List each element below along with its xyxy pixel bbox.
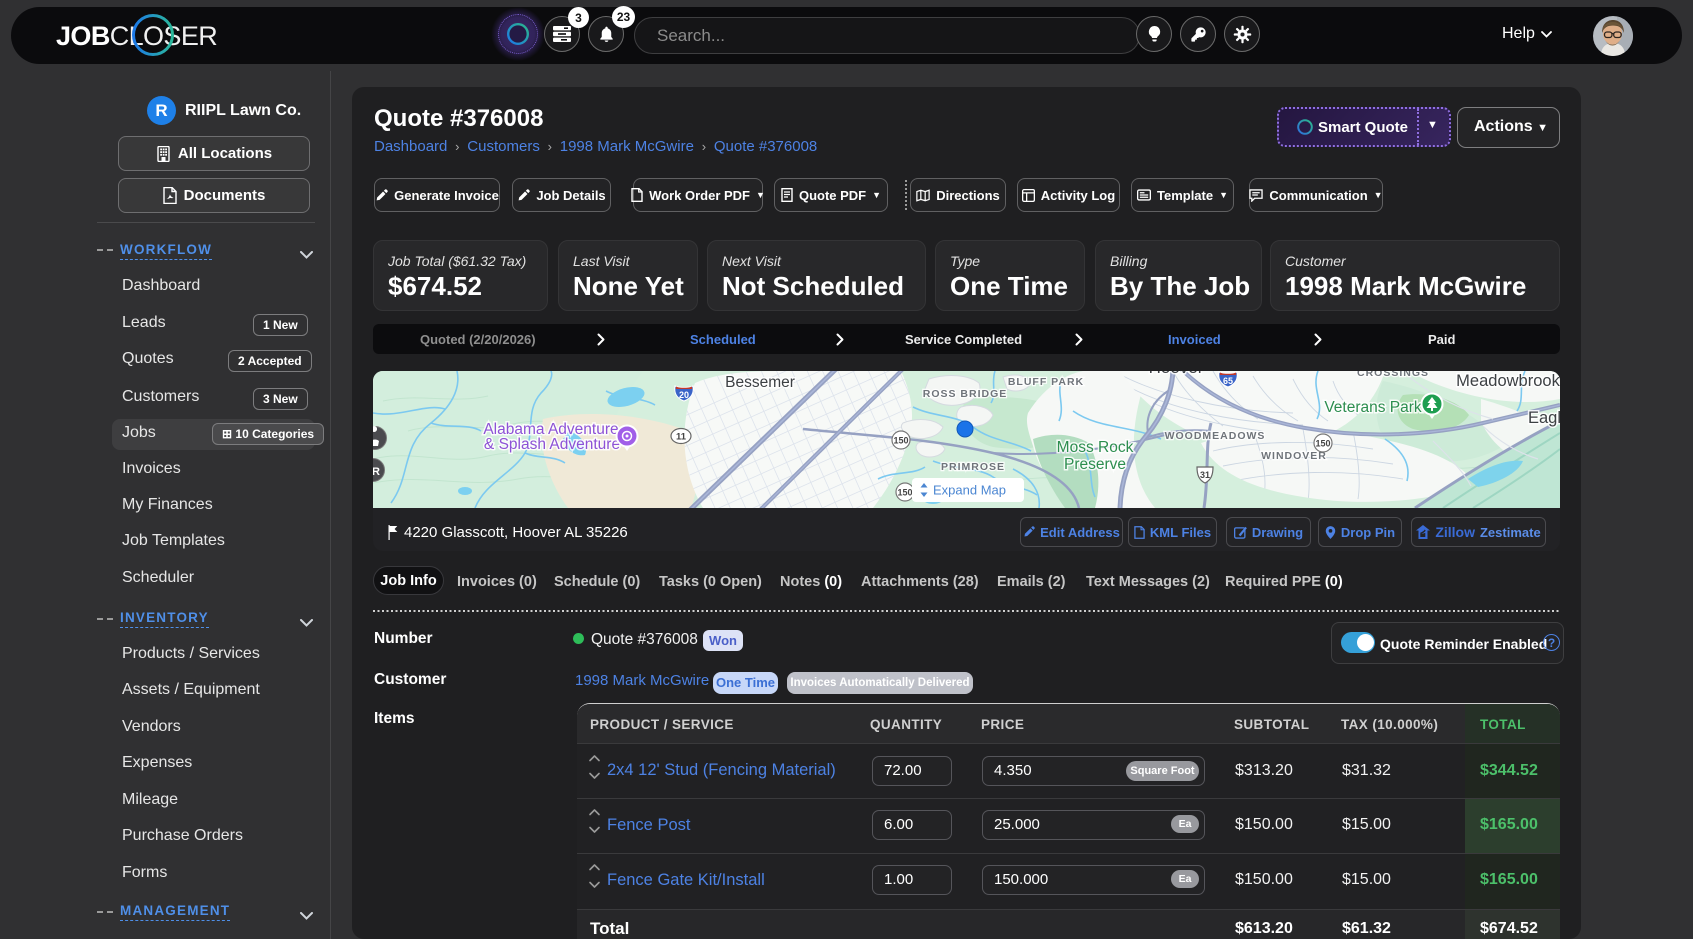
svg-text:ROSS BRIDGE: ROSS BRIDGE (923, 388, 1008, 400)
svg-text:Hoover: Hoover (1149, 371, 1204, 377)
svg-text:31: 31 (1200, 470, 1210, 480)
svg-text:R: R (373, 466, 380, 478)
svg-text:150: 150 (893, 436, 908, 446)
svg-text:Meadowbrook: Meadowbrook (1456, 372, 1560, 390)
svg-text:11: 11 (676, 432, 687, 443)
svg-text:WOODMEADOWS: WOODMEADOWS (1165, 430, 1266, 442)
svg-text:Preserve: Preserve (1064, 456, 1126, 473)
svg-text:WINDOVER: WINDOVER (1261, 450, 1327, 462)
svg-text:150: 150 (1315, 439, 1330, 449)
svg-text:65: 65 (1223, 376, 1233, 386)
svg-text:20: 20 (679, 390, 689, 400)
svg-text:150: 150 (897, 488, 912, 498)
svg-text:PRIMROSE: PRIMROSE (941, 461, 1005, 473)
svg-text:Eagle: Eagle (1528, 409, 1560, 427)
svg-text:Veterans Park: Veterans Park (1324, 399, 1422, 416)
svg-text:BLUFF PARK: BLUFF PARK (1008, 376, 1084, 388)
svg-text:& Splash Adventure: & Splash Adventure (484, 436, 620, 453)
svg-text:Bessemer: Bessemer (725, 374, 795, 391)
svg-text:Expand Map: Expand Map (933, 483, 1006, 498)
svg-text:CROSSINGS: CROSSINGS (1357, 371, 1429, 379)
svg-text:Moss Rock: Moss Rock (1057, 439, 1134, 456)
